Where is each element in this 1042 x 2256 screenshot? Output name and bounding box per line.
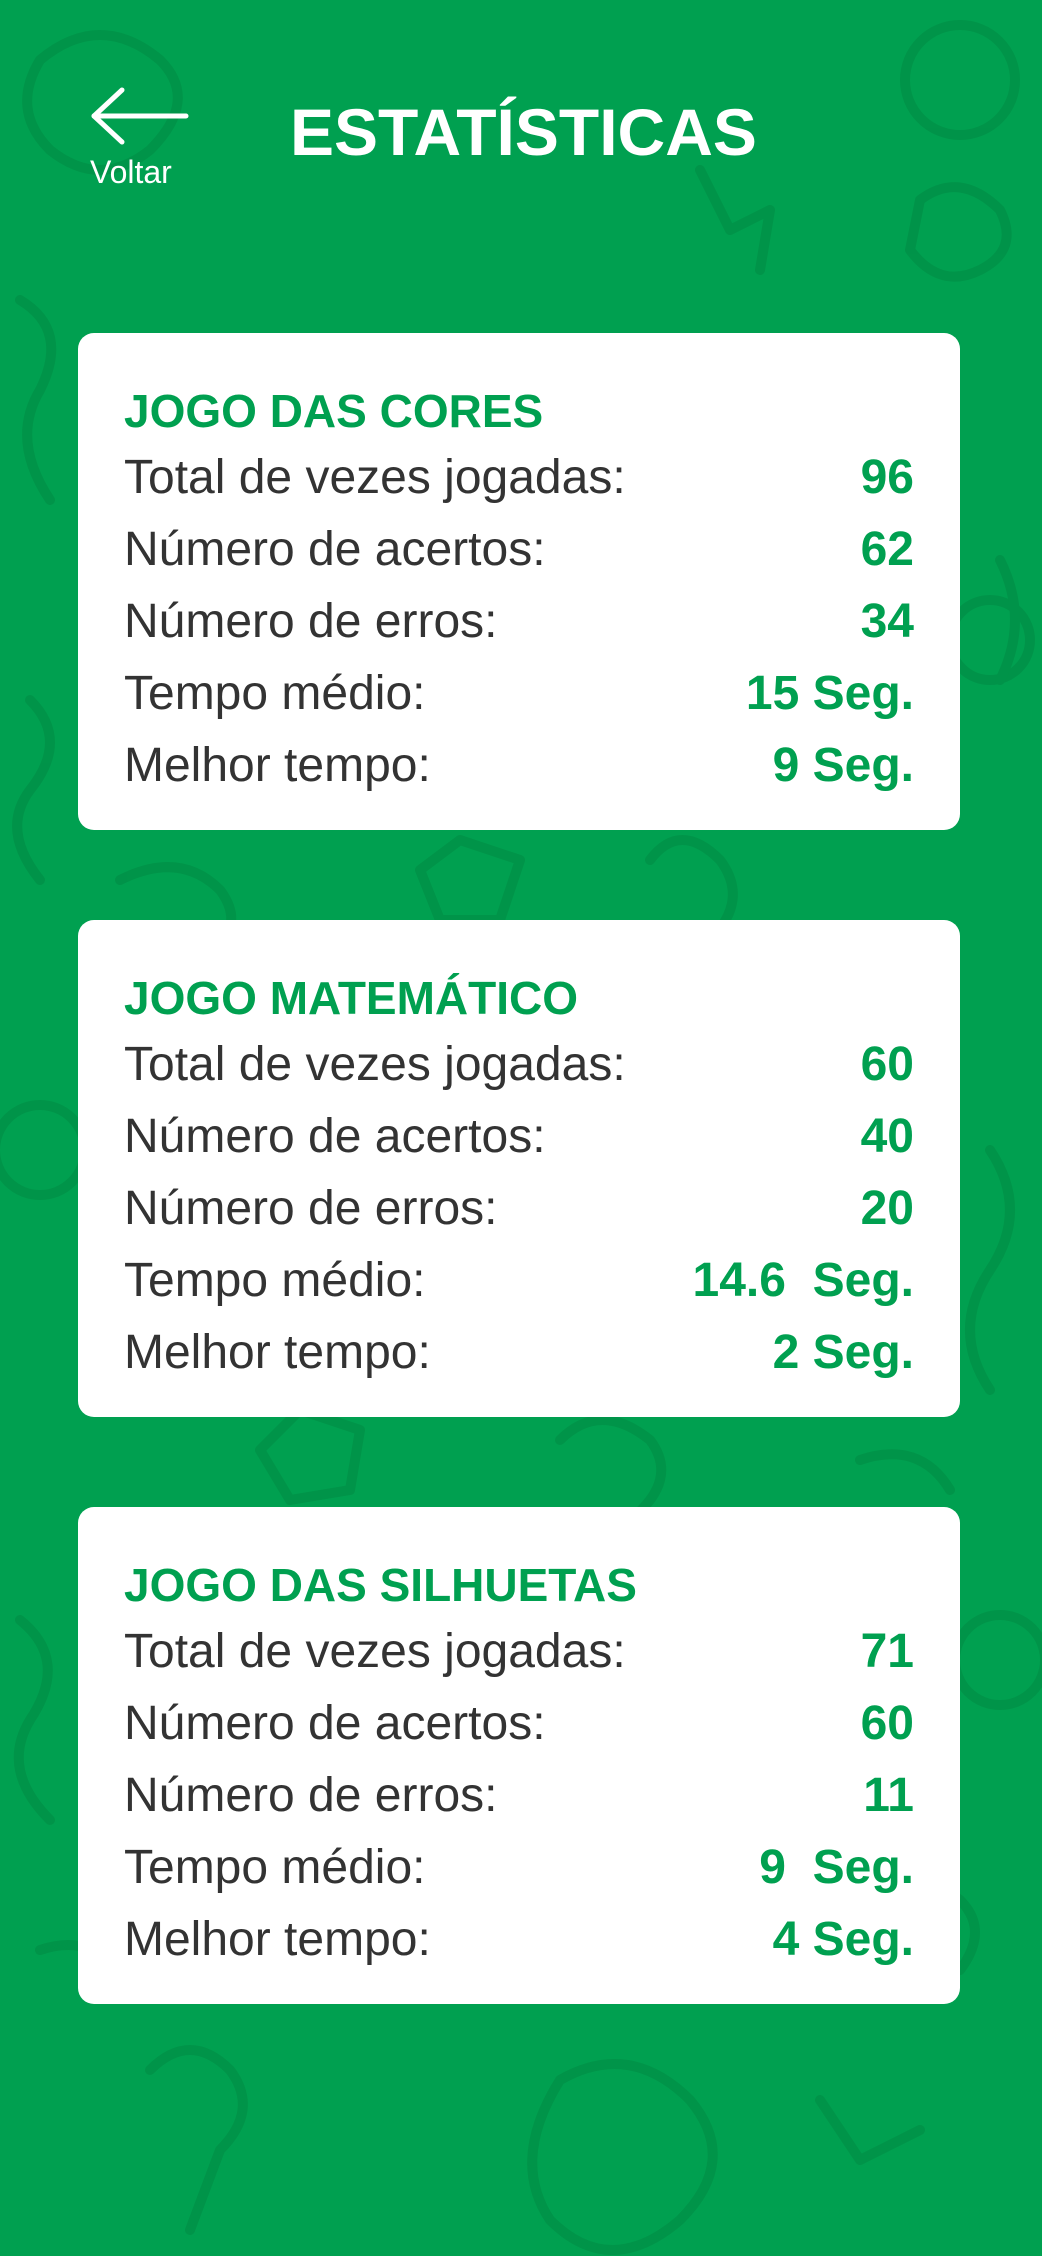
stat-label: Tempo médio: — [124, 1253, 426, 1307]
stat-row-correct: Número de acertos: 40 — [124, 1100, 914, 1172]
stat-row-average-time: Tempo médio: 14.6 Seg. — [124, 1244, 914, 1316]
stat-row-total-plays: Total de vezes jogadas: 60 — [124, 1028, 914, 1100]
stat-label: Número de erros: — [124, 1181, 498, 1235]
back-label: Voltar — [90, 154, 172, 190]
stat-label: Melhor tempo: — [124, 1912, 431, 1966]
stat-row-correct: Número de acertos: 60 — [124, 1687, 914, 1759]
stat-row-total-plays: Total de vezes jogadas: 96 — [124, 441, 914, 513]
stat-value: 15 Seg. — [745, 666, 914, 720]
stat-value: 40 — [860, 1109, 914, 1163]
stat-value: 4 Seg. — [772, 1912, 914, 1966]
stat-value: 20 — [860, 1181, 914, 1235]
stat-value: 71 — [860, 1624, 914, 1678]
stat-value: 11 — [863, 1768, 914, 1822]
stat-row-correct: Número de acertos: 62 — [124, 513, 914, 585]
stat-label: Número de acertos: — [124, 1696, 546, 1750]
stat-label: Total de vezes jogadas: — [124, 1037, 626, 1091]
stat-row-best-time: Melhor tempo: 2 Seg. — [124, 1316, 914, 1388]
page-title: ESTATÍSTICAS — [290, 95, 757, 169]
card-title: JOGO DAS CORES — [124, 385, 544, 437]
stat-label: Número de erros: — [124, 594, 498, 648]
stat-row-average-time: Tempo médio: 15 Seg. — [124, 657, 914, 729]
stat-value: 96 — [860, 450, 914, 504]
stat-label: Número de acertos: — [124, 522, 546, 576]
stat-value: 60 — [860, 1696, 914, 1750]
stat-value: 14.6 Seg. — [692, 1253, 914, 1307]
stat-label: Melhor tempo: — [124, 1325, 431, 1379]
stat-value: 62 — [860, 522, 914, 576]
back-button[interactable]: Voltar — [84, 80, 194, 195]
stat-label: Melhor tempo: — [124, 738, 431, 792]
stat-label: Número de acertos: — [124, 1109, 546, 1163]
stat-label: Total de vezes jogadas: — [124, 450, 626, 504]
stats-card-silhouettes: JOGO DAS SILHUETAS Total de vezes jogada… — [78, 1507, 960, 2004]
stat-value: 60 — [860, 1037, 914, 1091]
stat-row-errors: Número de erros: 11 — [124, 1759, 914, 1831]
stat-label: Tempo médio: — [124, 666, 426, 720]
stat-row-average-time: Tempo médio: 9 Seg. — [124, 1831, 914, 1903]
card-title: JOGO MATEMÁTICO — [124, 972, 579, 1024]
stat-label: Total de vezes jogadas: — [124, 1624, 626, 1678]
stat-row-errors: Número de erros: 20 — [124, 1172, 914, 1244]
stats-card-math: JOGO MATEMÁTICO Total de vezes jogadas: … — [78, 920, 960, 1417]
arrow-left-icon — [91, 87, 189, 145]
stats-card-list: JOGO DAS CORES Total de vezes jogadas: 9… — [78, 333, 960, 2094]
app-header: Voltar ESTATÍSTICAS — [0, 0, 1042, 230]
stat-label: Tempo médio: — [124, 1840, 426, 1894]
stat-value: 2 Seg. — [772, 1325, 914, 1379]
stats-card-colors: JOGO DAS CORES Total de vezes jogadas: 9… — [78, 333, 960, 830]
stat-value: 9 Seg. — [759, 1840, 914, 1894]
stat-value: 9 Seg. — [772, 738, 914, 792]
card-title: JOGO DAS SILHUETAS — [124, 1559, 637, 1611]
stat-row-best-time: Melhor tempo: 4 Seg. — [124, 1903, 914, 1975]
stat-label: Número de erros: — [124, 1768, 498, 1822]
stat-row-total-plays: Total de vezes jogadas: 71 — [124, 1615, 914, 1687]
stat-row-best-time: Melhor tempo: 9 Seg. — [124, 729, 914, 801]
stat-row-errors: Número de erros: 34 — [124, 585, 914, 657]
stat-value: 34 — [860, 594, 914, 648]
